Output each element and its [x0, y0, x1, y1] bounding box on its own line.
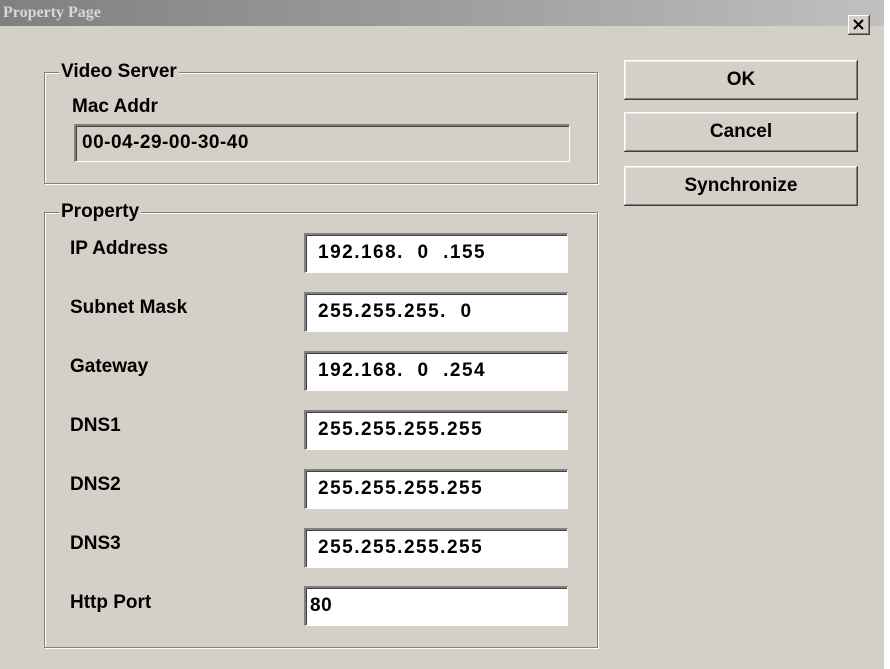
- http-port-field[interactable]: 80: [304, 586, 568, 626]
- dns3-label: DNS3: [70, 533, 121, 554]
- dns1-field[interactable]: 255.255.255.255: [304, 410, 568, 450]
- close-icon: [853, 19, 864, 30]
- close-button[interactable]: [848, 15, 870, 35]
- subnet-mask-field[interactable]: 255.255.255. 0: [304, 292, 568, 332]
- ok-button[interactable]: OK: [624, 60, 858, 100]
- subnet-mask-label: Subnet Mask: [70, 297, 188, 318]
- dns3-field[interactable]: 255.255.255.255: [304, 528, 568, 568]
- gateway-field[interactable]: 192.168. 0 .254: [304, 351, 568, 391]
- dns2-label: DNS2: [70, 474, 121, 495]
- title-bar[interactable]: Property Page: [0, 0, 884, 26]
- dns1-label: DNS1: [70, 415, 121, 436]
- property-group-title: Property: [59, 201, 142, 222]
- mac-addr-label: Mac Addr: [72, 96, 158, 117]
- mac-addr-field: 00-04-29-00-30-40: [74, 124, 570, 162]
- gateway-label: Gateway: [70, 356, 149, 377]
- ip-address-label: IP Address: [70, 238, 169, 259]
- dns2-field[interactable]: 255.255.255.255: [304, 469, 568, 509]
- ip-address-field[interactable]: 192.168. 0 .155: [304, 233, 568, 273]
- video-server-group-title: Video Server: [59, 61, 179, 82]
- synchronize-button[interactable]: Synchronize: [624, 166, 858, 206]
- window-title: Property Page: [3, 4, 101, 21]
- property-page-dialog: Property Page Video Server Mac Addr 00-0…: [0, 0, 884, 669]
- cancel-button[interactable]: Cancel: [624, 112, 858, 152]
- http-port-label: Http Port: [70, 592, 152, 613]
- screen-edge: [884, 0, 890, 669]
